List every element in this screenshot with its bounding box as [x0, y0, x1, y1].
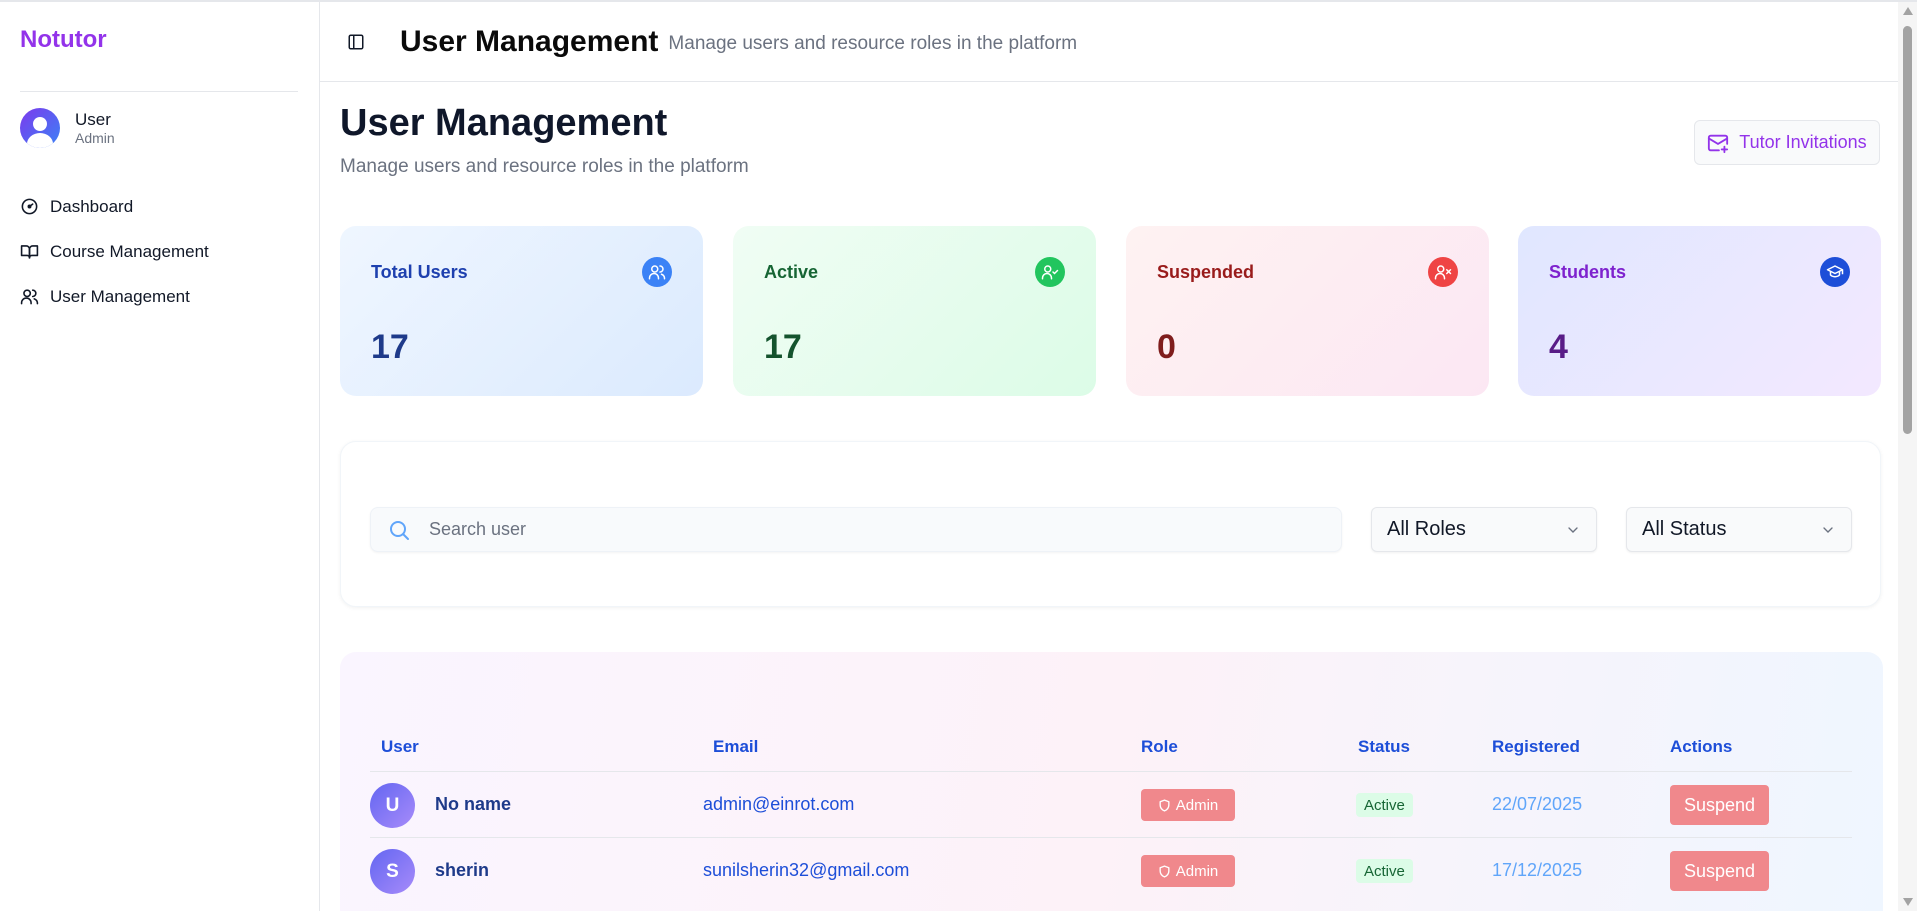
role-label: Admin [1175, 796, 1219, 814]
header-title: User Management [400, 24, 659, 58]
table-row: S sherin sunilsherin32@gmail.com Admin A… [370, 837, 1852, 903]
tutor-invitations-label: Tutor Invitations [1739, 132, 1867, 152]
suspend-button[interactable]: Suspend [1670, 785, 1769, 825]
registered-date: 17/12/2025 [1492, 860, 1583, 880]
page-title: User Management [340, 102, 668, 144]
graduation-cap-icon [1820, 257, 1850, 287]
search-input[interactable] [429, 519, 1309, 540]
scroll-up-arrow-icon[interactable] [1903, 7, 1913, 15]
user-name: No name [435, 794, 512, 814]
sidebar-item-user-management[interactable]: User Management [20, 274, 209, 319]
sidebar-item-dashboard[interactable]: Dashboard [20, 184, 209, 229]
shield-icon [1159, 798, 1170, 812]
stat-label: Active [764, 262, 819, 282]
gauge-icon [21, 198, 38, 215]
status-filter-select[interactable]: All Status [1626, 507, 1852, 552]
registered-date: 22/07/2025 [1492, 794, 1583, 814]
brand-logo[interactable]: Notutor [20, 26, 107, 54]
users-icon [642, 257, 672, 287]
panel-left-icon [348, 34, 364, 49]
sidebar-toggle-button[interactable] [342, 28, 370, 56]
column-header-email[interactable]: Email [713, 737, 758, 757]
status-badge: Active [1356, 859, 1413, 883]
header-subtitle: Manage users and resource roles in the p… [668, 33, 1078, 54]
users-table: User Email Role Status Registered Action… [340, 652, 1883, 911]
tutor-invitations-button[interactable]: Tutor Invitations [1694, 120, 1880, 165]
user-check-icon [1035, 257, 1065, 287]
column-header-status[interactable]: Status [1358, 737, 1410, 757]
stat-value: 0 [1157, 328, 1176, 366]
stat-value: 4 [1549, 328, 1568, 366]
sidebar-item-label: Dashboard [50, 196, 134, 216]
table-row: U No name admin@einrot.com Admin Active … [370, 771, 1852, 837]
stat-card-students: Students 4 [1518, 226, 1881, 396]
sidebar-item-label: User Management [50, 286, 190, 306]
role-badge: Admin [1141, 789, 1235, 821]
stat-label: Total Users [371, 262, 468, 282]
column-header-user[interactable]: User [381, 737, 419, 757]
role-badge: Admin [1141, 855, 1235, 887]
stat-value: 17 [371, 328, 409, 366]
column-header-registered[interactable]: Registered [1492, 737, 1580, 757]
search-icon [390, 520, 409, 540]
scrollbar-thumb[interactable] [1903, 26, 1912, 434]
column-header-actions: Actions [1670, 737, 1733, 756]
sidebar-nav: Dashboard Course Management User Managem… [20, 184, 209, 319]
scroll-down-arrow-icon[interactable] [1903, 898, 1913, 906]
user-email: admin@einrot.com [703, 794, 855, 814]
sidebar: Notutor User Admin Dashboard Course Mana… [0, 2, 320, 911]
user-profile[interactable]: User Admin [20, 108, 115, 148]
status-badge: Active [1356, 793, 1413, 817]
user-avatar: U [370, 783, 415, 828]
avatar [20, 108, 60, 148]
book-open-icon [20, 245, 39, 259]
page-subtitle: Manage users and resource roles in the p… [340, 156, 749, 177]
role-filter-value: All Roles [1387, 518, 1466, 540]
page-scrollbar[interactable] [1898, 2, 1917, 911]
shield-icon [1159, 864, 1170, 878]
search-box[interactable] [370, 507, 1342, 552]
column-header-role[interactable]: Role [1141, 737, 1178, 757]
role-label: Admin [1175, 862, 1219, 880]
suspend-button[interactable]: Suspend [1670, 851, 1769, 891]
user-x-icon [1428, 257, 1458, 287]
stat-label: Students [1549, 262, 1627, 282]
filter-card: All Roles All Status [340, 441, 1881, 607]
sidebar-item-course-management[interactable]: Course Management [20, 229, 209, 274]
stat-card-total-users: Total Users 17 [340, 226, 703, 396]
sidebar-item-label: Course Management [50, 241, 209, 261]
sidebar-divider [20, 91, 298, 92]
top-header: User Management Manage users and resourc… [320, 2, 1898, 82]
stat-value: 17 [764, 328, 802, 366]
users-icon [20, 289, 39, 305]
stat-card-active: Active 17 [733, 226, 1096, 396]
stat-card-suspended: Suspended 0 [1126, 226, 1489, 396]
user-name: sherin [435, 860, 490, 880]
status-filter-value: All Status [1642, 518, 1727, 540]
mail-plus-icon [1708, 134, 1729, 153]
chevron-down-icon [1568, 526, 1578, 533]
profile-text: User Admin [75, 110, 115, 147]
user-email: sunilsherin32@gmail.com [703, 860, 910, 880]
profile-role: Admin [75, 129, 115, 146]
chevron-down-icon [1823, 526, 1833, 533]
stat-label: Suspended [1157, 262, 1255, 282]
profile-name: User [75, 109, 111, 129]
role-filter-select[interactable]: All Roles [1371, 507, 1597, 552]
user-avatar: S [370, 849, 415, 894]
